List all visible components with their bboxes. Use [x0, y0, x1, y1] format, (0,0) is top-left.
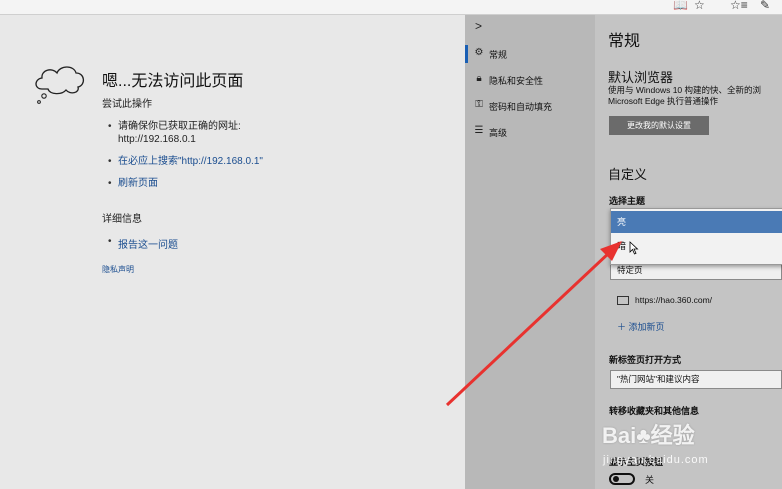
bing-search-link[interactable]: 在必应上搜索"http://192.168.0.1": [118, 156, 263, 167]
page-url-row[interactable]: https://hao.360.com/: [617, 295, 713, 306]
sliders-icon: ☰: [474, 125, 484, 136]
home-button-toggle[interactable]: [609, 473, 635, 485]
gear-icon: ⚙: [474, 47, 484, 58]
list-item: 请确保你已获取正确的网址: http://192.168.0.1: [108, 120, 263, 146]
error-title: 嗯...无法访问此页面: [102, 73, 244, 90]
plus-icon: ＋: [617, 322, 629, 332]
browser-toolbar: 📖 ☆ ☆≡ ✎: [0, 0, 782, 15]
reading-view-icon[interactable]: 📖: [673, 0, 688, 12]
lock-icon: 🔒︎: [476, 73, 482, 84]
change-default-button[interactable]: 更改我的默认设置: [609, 116, 709, 135]
chevron-right-icon[interactable]: >: [475, 19, 482, 33]
sad-cloud-icon: [35, 66, 85, 104]
error-page: 嗯...无法访问此页面 尝试此操作 请确保你已获取正确的网址: http://1…: [0, 15, 465, 489]
customize-heading: 自定义: [608, 167, 648, 182]
desc-line-2: Microsoft Edge 执行普通操作: [608, 96, 719, 106]
list-item: 刷新页面: [108, 177, 263, 190]
suggestion-list: 请确保你已获取正确的网址: http://192.168.0.1 在必应上搜索"…: [108, 120, 263, 199]
details-title: 详细信息: [102, 214, 142, 225]
nav-item-advanced[interactable]: ☰ 高级: [465, 121, 595, 143]
page-url: https://hao.360.com/: [635, 295, 713, 305]
add-new-page-link[interactable]: ＋ 添加新页: [617, 320, 665, 333]
desc-line-1: 使用与 Windows 10 构建的快、全新的浏: [608, 85, 762, 95]
new-tab-label: 新标签页打开方式: [609, 355, 682, 365]
error-subtitle: 尝试此操作: [102, 99, 152, 110]
nav-item-passwords[interactable]: ⚿ 密码和自动填充: [465, 95, 595, 117]
theme-option-light[interactable]: 亮: [611, 211, 782, 233]
panel-title: 常规: [608, 33, 641, 50]
refresh-link[interactable]: 刷新页面: [118, 178, 158, 189]
report-link[interactable]: 报告这一问题: [118, 240, 178, 251]
check-url-text: 请确保你已获取正确的网址:: [118, 121, 241, 132]
favorites-hub-icon[interactable]: ☆≡: [730, 0, 748, 12]
theme-dropdown[interactable]: 亮 暗: [610, 208, 782, 265]
default-browser-description: 使用与 Windows 10 构建的快、全新的浏 Microsoft Edge …: [608, 85, 782, 107]
details-list: 报告这一问题: [108, 236, 178, 251]
nav-item-privacy[interactable]: 🔒︎ 隐私和安全性: [465, 69, 595, 91]
favorite-star-icon[interactable]: ☆: [694, 0, 705, 12]
watermark-brand: Bai♣经验: [602, 423, 695, 448]
key-icon: ⚿: [475, 99, 483, 110]
new-tab-select[interactable]: "热门网站"和建议内容: [610, 370, 782, 389]
theme-label: 选择主题: [609, 196, 646, 206]
list-item: 报告这一问题: [108, 236, 178, 251]
watermark-url: jingyan.baidu.com: [603, 454, 709, 466]
toggle-state-label: 关: [645, 475, 655, 485]
list-item: 在必应上搜索"http://192.168.0.1": [108, 155, 263, 168]
page-icon: [617, 296, 629, 306]
pen-icon[interactable]: ✎: [760, 0, 770, 12]
nav-item-general[interactable]: ⚙ 常规: [465, 43, 595, 65]
settings-nav: > ⚙ 常规 🔒︎ 隐私和安全性 ⚿ 密码和自动填充 ☰ 高级: [465, 15, 595, 489]
add-new-page-label: 添加新页: [628, 322, 665, 332]
url-text: http://192.168.0.1: [118, 134, 196, 145]
privacy-link[interactable]: 隐私声明: [102, 264, 134, 275]
default-browser-heading: 默认浏览器: [608, 70, 674, 85]
transfer-label: 转移收藏夹和其他信息: [609, 406, 700, 416]
mouse-cursor-icon: [629, 241, 639, 255]
